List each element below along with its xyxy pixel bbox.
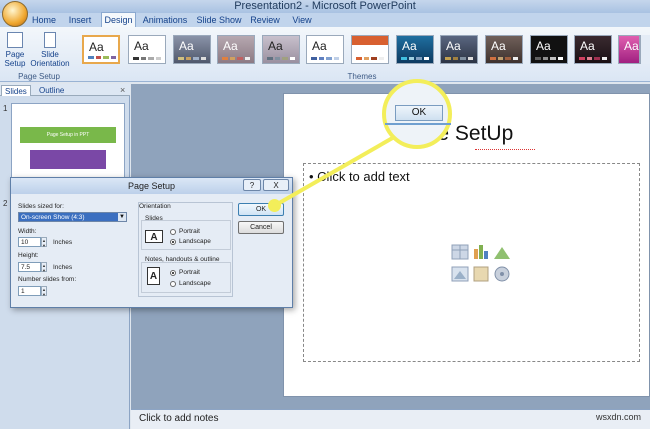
callout-ok-button: OK bbox=[395, 105, 443, 121]
watermark: wsxdn.com bbox=[596, 412, 642, 422]
callout-pointer-line bbox=[273, 134, 397, 208]
callout-focus-line bbox=[385, 123, 451, 125]
callout-dot bbox=[268, 199, 281, 212]
